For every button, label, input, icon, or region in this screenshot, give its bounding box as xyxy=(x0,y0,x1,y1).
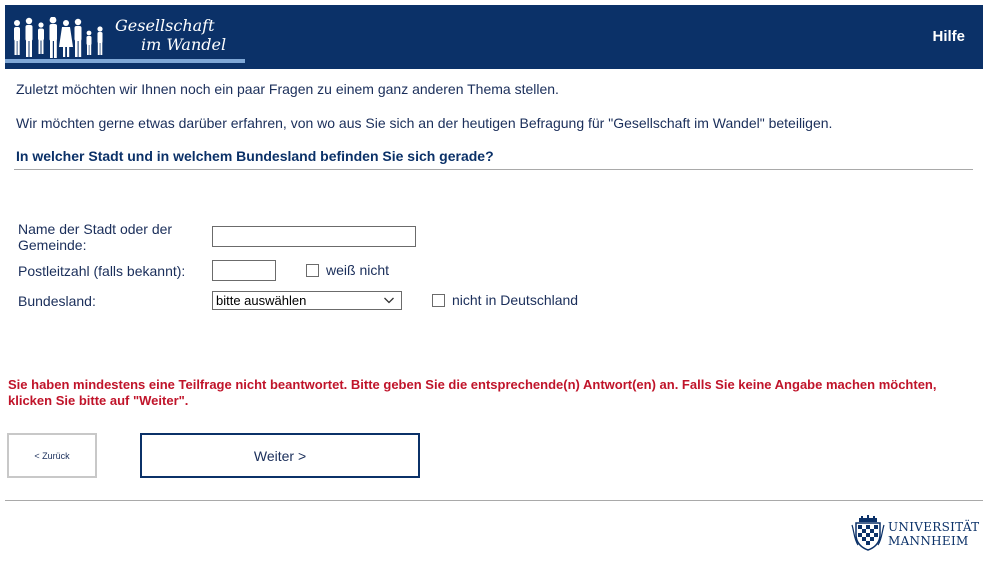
city-label: Name der Stadt oder der Gemeinde: xyxy=(18,221,173,253)
logo-line-2: im Wandel xyxy=(141,35,227,54)
not-in-germany-checkbox[interactable]: nicht in Deutschland xyxy=(432,292,578,308)
error-message: Sie haben mindestens eine Teilfrage nich… xyxy=(8,377,937,408)
state-label: Bundesland: xyxy=(18,293,96,309)
chevron-down-icon xyxy=(384,297,394,304)
help-link[interactable]: Hilfe xyxy=(932,28,965,45)
next-button[interactable]: Weiter > xyxy=(140,433,420,478)
state-select[interactable]: bitte auswählen xyxy=(212,291,402,310)
university-mannheim-logo: UNIVERSITÄT MANNHEIM xyxy=(851,514,985,552)
postal-code-unknown-label: weiß nicht xyxy=(326,262,390,278)
university-crest-icon xyxy=(851,515,885,551)
postal-code-input[interactable] xyxy=(212,260,276,281)
not-in-germany-label: nicht in Deutschland xyxy=(452,292,579,308)
intro-text-2: Wir möchten gerne etwas darüber erfahren… xyxy=(16,115,833,131)
logo-accent-bar xyxy=(5,59,245,63)
checkbox-box[interactable] xyxy=(306,263,319,277)
postal-code-unknown-checkbox[interactable]: weiß nicht xyxy=(306,262,389,278)
postal-code-label: Postleitzahl (falls bekannt): xyxy=(18,263,186,279)
people-silhouettes-icon xyxy=(14,17,103,58)
question-heading: In welcher Stadt und in welchem Bundesla… xyxy=(16,148,494,164)
state-select-value: bitte auswählen xyxy=(216,293,307,308)
divider xyxy=(14,169,973,170)
university-line-1: UNIVERSITÄT xyxy=(888,520,980,534)
header-bar: Gesellschaft im Wandel Hilfe xyxy=(5,5,983,69)
footer-divider xyxy=(5,500,983,501)
logo-wordmark: Gesellschaft im Wandel xyxy=(115,16,226,54)
university-name: UNIVERSITÄT MANNHEIM xyxy=(888,520,979,548)
city-input[interactable] xyxy=(212,226,416,247)
gesellschaft-im-wandel-logo[interactable]: Gesellschaft im Wandel xyxy=(5,5,245,69)
back-button[interactable]: < Zurück xyxy=(7,433,97,478)
intro-text-1: Zuletzt möchten wir Ihnen noch ein paar … xyxy=(16,81,559,97)
logo-line-1: Gesellschaft xyxy=(115,16,215,35)
university-line-2: MANNHEIM xyxy=(888,534,969,548)
checkbox-box[interactable] xyxy=(432,293,445,307)
